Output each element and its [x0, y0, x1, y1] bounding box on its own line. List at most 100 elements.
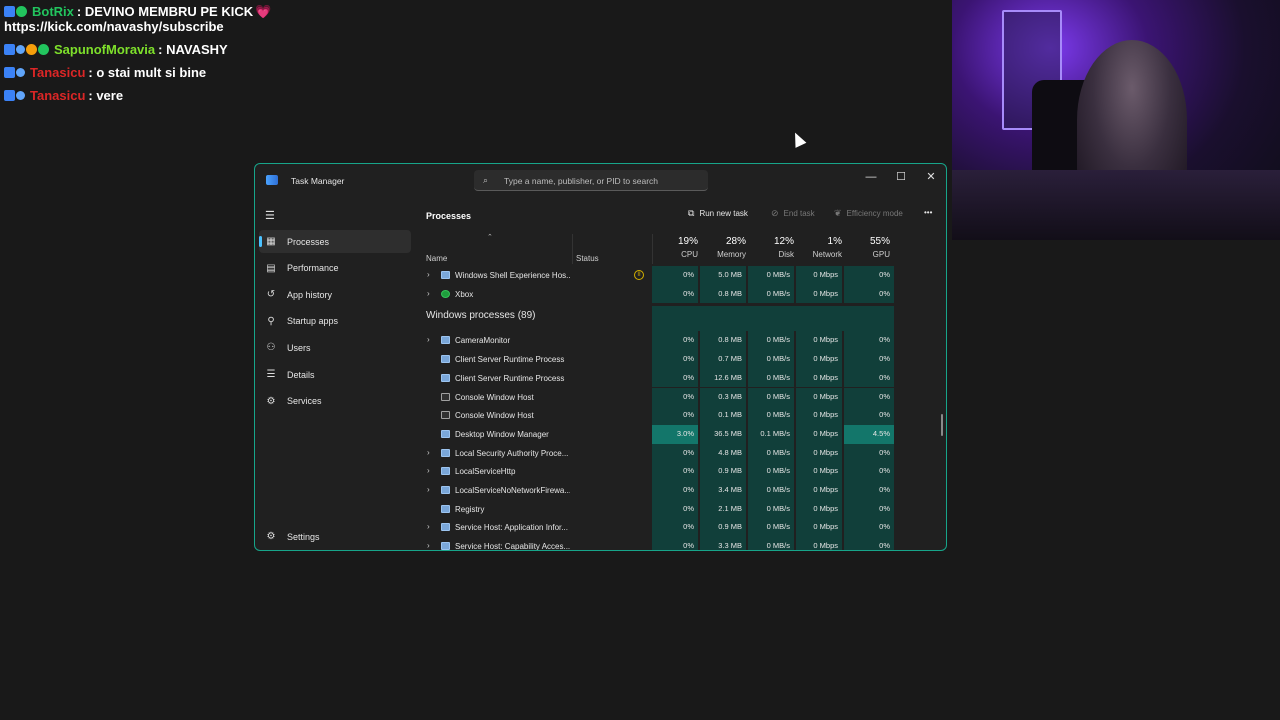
more-options-button[interactable]: •••: [924, 208, 932, 217]
webcam-desk: [952, 170, 1280, 240]
process-memory-value: 0.8 MB: [700, 284, 746, 304]
app-window-icon: [441, 355, 450, 364]
gpu-label: GPU: [872, 250, 890, 259]
process-memory-value: 3.3 MB: [700, 537, 746, 550]
process-disk-value: 0 MB/s: [748, 406, 794, 425]
column-header-name[interactable]: Name: [426, 254, 447, 263]
column-header-memory[interactable]: 28% Memory: [700, 236, 746, 259]
search-placeholder: Type a name, publisher, or PID to search: [504, 176, 659, 186]
chevron-right-icon[interactable]: ›: [427, 541, 430, 550]
scrollbar-thumb[interactable]: [941, 414, 943, 436]
suspended-status-icon: II: [634, 270, 644, 280]
process-row[interactable]: Client Server Runtime Process 0% 0.7 MB 0 M…: [415, 350, 946, 369]
sidebar-item-settings[interactable]: ⚙ Settings: [259, 525, 411, 548]
column-header-gpu[interactable]: 55% GPU: [844, 236, 890, 259]
chat-message: Tanasicu: vere: [4, 88, 404, 111]
chevron-right-icon[interactable]: ›: [427, 485, 430, 494]
process-gpu-value: 0%: [844, 462, 894, 481]
leaf-icon: ❦: [834, 208, 842, 218]
chat-username[interactable]: Tanasicu: [30, 65, 85, 81]
chevron-right-icon[interactable]: ›: [427, 522, 430, 531]
process-gpu-value: 0%: [844, 331, 894, 351]
process-cpu-value: 0%: [652, 518, 698, 538]
chat-username[interactable]: BotRix: [32, 4, 74, 20]
chat-overlay: BotRix: DEVINO MEMBRU PE KICK 💗 https://ki…: [4, 4, 404, 111]
sidebar-item-app-history[interactable]: ↺ App history: [259, 283, 411, 306]
search-input[interactable]: ⌕ Type a name, publisher, or PID to sear…: [474, 170, 708, 191]
run-new-task-button[interactable]: ⧉ Run new task: [688, 208, 748, 219]
process-name: Service Host: Application Infor...: [455, 523, 568, 533]
chevron-right-icon[interactable]: ›: [427, 448, 430, 457]
sidebar-item-performance[interactable]: ▤ Performance: [259, 257, 411, 280]
sidebar-item-processes[interactable]: ▦ Processes: [259, 230, 411, 253]
hamburger-menu-icon[interactable]: ☰: [265, 209, 275, 222]
chat-badge-icon: [16, 45, 25, 54]
process-disk-value: 0 MB/s: [748, 266, 794, 285]
chat-message: Tanasicu: o stai mult si bine: [4, 65, 404, 88]
minimize-button[interactable]: —: [857, 167, 885, 187]
process-row[interactable]: Registry 0% 2.1 MB 0 MB/s 0 Mbps 0%: [415, 499, 946, 519]
sidebar-item-details[interactable]: ☰ Details: [259, 363, 411, 386]
column-header-disk[interactable]: 12% Disk: [748, 236, 794, 259]
process-cpu-value: 0%: [652, 406, 698, 425]
chat-badge-icon: [16, 68, 25, 77]
chevron-right-icon[interactable]: ›: [427, 466, 430, 475]
sort-caret-icon[interactable]: ⌃: [487, 233, 493, 241]
disk-total: 12%: [773, 236, 794, 247]
chat-username[interactable]: SapunofMoravia: [54, 42, 155, 58]
process-row[interactable]: › LocalServiceHttp 0% 0.9 MB 0 MB/s 0 Mbps 0%: [415, 462, 946, 481]
process-disk-value: 0 MB/s: [748, 537, 794, 550]
process-row[interactable]: Client Server Runtime Process 0% 12.6 MB 0 …: [415, 368, 946, 388]
efficiency-mode-button[interactable]: ❦ Efficiency mode: [834, 208, 903, 219]
sidebar-item-services[interactable]: ⚙ Services: [259, 390, 411, 413]
performance-icon: ▤: [266, 262, 276, 274]
close-button[interactable]: ✕: [917, 167, 945, 187]
chat-username[interactable]: Tanasicu: [30, 88, 85, 104]
column-header-status[interactable]: Status: [576, 254, 599, 263]
process-row[interactable]: › Xbox 0% 0.8 MB 0 MB/s 0 Mbps 0%: [415, 284, 946, 304]
process-cpu-value: 0%: [652, 331, 698, 351]
process-gpu-value: 0%: [844, 387, 894, 407]
sidebar-item-users[interactable]: ⚇ Users: [259, 336, 411, 359]
process-row[interactable]: › Local Security Authority Proce... 0% 4.8 …: [415, 443, 946, 463]
process-row[interactable]: Console Window Host 0% 0.3 MB 0 MB/s 0 Mbps 0…: [415, 387, 946, 407]
process-cpu-value: 0%: [652, 537, 698, 550]
chevron-right-icon[interactable]: ›: [427, 270, 430, 279]
sidebar-item-label: Startup apps: [287, 316, 339, 327]
chevron-right-icon[interactable]: ›: [427, 289, 430, 298]
process-row[interactable]: › Service Host: Application Infor... 0% 0.9…: [415, 518, 946, 538]
group-header: Windows processes (89): [415, 306, 946, 332]
chat-badge-icon: [26, 44, 37, 55]
process-row[interactable]: › Service Host: Capability Acces... 0% 3.3 …: [415, 537, 946, 550]
maximize-button[interactable]: ☐: [887, 167, 915, 187]
process-network-value: 0 Mbps: [796, 499, 842, 519]
process-row[interactable]: Console Window Host 0% 0.1 MB 0 MB/s 0 Mbps 0…: [415, 406, 946, 425]
process-disk-value: 0 MB/s: [748, 387, 794, 407]
run-task-icon: ⧉: [688, 208, 695, 218]
sidebar-item-label: Settings: [287, 531, 320, 542]
column-header-cpu[interactable]: 19% CPU: [652, 236, 698, 259]
end-task-button[interactable]: ⊘ End task: [771, 208, 815, 219]
services-icon: ⚙: [266, 395, 276, 407]
process-cpu-value: 0%: [652, 368, 698, 388]
process-name: LocalServiceNoNetworkFirewa...: [455, 486, 570, 495]
process-row[interactable]: › Windows Shell Experience Hos... II 0% 5.0 …: [415, 266, 946, 285]
process-row[interactable]: › CameraMonitor 0% 0.8 MB 0 MB/s 0 Mbps 0%: [415, 331, 946, 351]
chat-badge-icon: [16, 6, 27, 17]
process-row[interactable]: Desktop Window Manager 3.0% 36.5 MB 0.1 MB/…: [415, 424, 946, 444]
heart-icon: 💗: [255, 4, 272, 19]
app-window-icon: [441, 542, 450, 550]
search-icon: ⌕: [483, 175, 489, 185]
chevron-right-icon[interactable]: ›: [427, 335, 430, 344]
disk-label: Disk: [778, 250, 794, 259]
end-task-label: End task: [783, 209, 815, 218]
chat-message: SapunofMoravia: NAVASHY: [4, 42, 404, 65]
task-manager-icon: [266, 175, 278, 185]
app-window-icon: [441, 336, 450, 345]
process-gpu-value: 0%: [844, 481, 894, 500]
processes-panel: Processes ⧉ Run new task ⊘ End task ❦ Ef…: [415, 198, 946, 550]
title-bar[interactable]: Task Manager ⌕ Type a name, publisher, o…: [255, 164, 946, 198]
sidebar-item-startup-apps[interactable]: ⚲ Startup apps: [259, 310, 411, 333]
process-row[interactable]: › LocalServiceNoNetworkFirewa... 0% 3.4 MB 0…: [415, 481, 946, 500]
column-header-network[interactable]: 1% Network: [796, 236, 842, 259]
